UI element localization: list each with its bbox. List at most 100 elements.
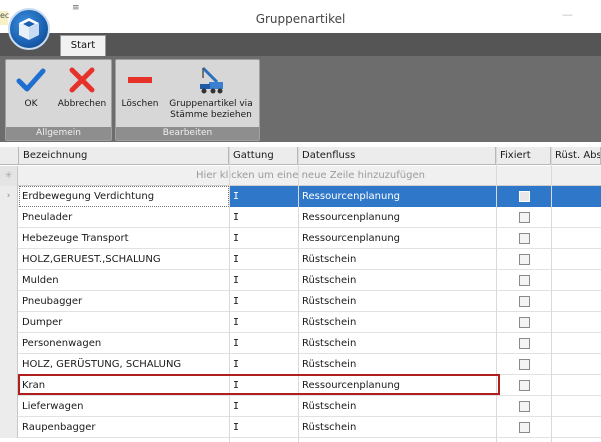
minimize-button[interactable]: — [562,8,576,21]
grid-corner [0,147,19,165]
table-row[interactable]: Personenwagen I Rüstschein [0,333,601,354]
column-divider [298,147,299,442]
table-row[interactable]: Mulden I Rüstschein [0,270,601,291]
cell-gattung[interactable]: I [233,249,295,270]
cell-bezeichnung[interactable]: Mulden [22,270,228,291]
table-row[interactable]: Pneulader I Ressourcenplanung [0,207,601,228]
table-row[interactable]: HOLZ,GERUEST.,SCHALUNG I Rüstschein [0,249,601,270]
cell-gattung[interactable]: I [233,228,295,249]
row-indicator[interactable] [0,312,18,333]
cell-gattung[interactable]: I [233,186,295,207]
row-indicator-arrow-icon[interactable]: › [0,186,18,207]
cell-bezeichnung[interactable]: HOLZ, GERÜSTUNG, SCHALUNG [22,354,228,375]
cell-gattung[interactable]: I [233,312,295,333]
cell-gattung[interactable]: I [233,417,295,438]
table-row[interactable]: › Erdbewegung Verdichtung I Ressourcenplanu… [0,186,601,207]
ok-button-label: OK [24,99,38,109]
tab-start[interactable]: Start [60,35,106,56]
row-indicator[interactable] [0,207,18,228]
fixiert-checkbox[interactable] [519,422,530,433]
column-header-gattung[interactable]: Gattung [229,147,298,165]
cube-icon [19,18,39,40]
cell-gattung[interactable]: I [233,396,295,417]
cell-bezeichnung[interactable]: HOLZ,GERUEST.,SCHALUNG [22,249,228,270]
column-header-ruest-abs[interactable]: Rüst. Abs [551,147,601,165]
row-indicator[interactable] [0,417,18,438]
fixiert-checkbox[interactable] [519,233,530,244]
cell-gattung[interactable]: I [233,354,295,375]
cell-bezeichnung[interactable]: Dumper [22,312,228,333]
application-orb[interactable] [8,8,50,50]
cell-datenfluss[interactable]: Ressourcenplanung [302,207,492,228]
fixiert-checkbox[interactable] [519,338,530,349]
cell-gattung[interactable]: I [233,270,295,291]
ribbon-group-bearbeiten: Löschen Gruppenartikel via Stämme bezieh… [115,59,260,141]
new-row-hint: Hier klicken um eine neue Zeile hinzuzuf… [196,170,425,181]
cell-gattung[interactable]: I [233,333,295,354]
cancel-button[interactable]: Abbrechen [54,62,110,110]
highlight-box [18,374,500,395]
table-row[interactable]: Raupenbagger I Rüstschein [0,417,601,438]
cell-gattung[interactable]: I [233,207,295,228]
fixiert-checkbox[interactable] [519,317,530,328]
row-indicator[interactable] [0,270,18,291]
cell-gattung[interactable]: I [233,291,295,312]
table-row[interactable]: Dumper I Rüstschein [0,312,601,333]
cell-bezeichnung[interactable]: Hebezeuge Transport [22,228,228,249]
fixiert-checkbox[interactable] [519,401,530,412]
table-row[interactable]: HOLZ, GERÜSTUNG, SCHALUNG I Rüstschein [0,354,601,375]
row-indicator[interactable] [0,333,18,354]
cell-datenfluss[interactable]: Rüstschein [302,291,492,312]
cell-datenfluss[interactable]: Rüstschein [302,354,492,375]
fixiert-checkbox[interactable] [519,191,530,202]
fixiert-checkbox[interactable] [519,296,530,307]
row-indicator[interactable] [0,375,18,396]
row-indicator[interactable] [0,354,18,375]
cell-datenfluss[interactable]: Rüstschein [302,396,492,417]
cancel-button-label: Abbrechen [57,99,107,109]
cell-bezeichnung[interactable]: Lieferwagen [22,396,228,417]
new-row-star-icon: ✳ [0,166,18,186]
column-divider [551,147,552,442]
load-group-articles-label: Gruppenartikel via Stämme beziehen [169,99,253,120]
column-header-bezeichnung[interactable]: Bezeichnung [19,147,229,165]
column-header-datenfluss[interactable]: Datenfluss [298,147,496,165]
window-title: Gruppenartikel [255,12,346,26]
column-divider [496,147,497,442]
row-indicator[interactable] [0,396,18,417]
cell-bezeichnung[interactable]: Pneubagger [22,291,228,312]
column-header-fixiert[interactable]: Fixiert [496,147,551,165]
load-group-articles-button[interactable]: Gruppenartikel via Stämme beziehen [164,62,258,121]
row-indicator[interactable] [0,291,18,312]
delete-button[interactable]: Löschen [118,62,162,110]
column-divider [229,147,230,442]
x-icon [69,67,95,93]
cell-datenfluss[interactable]: Rüstschein [302,270,492,291]
table-row[interactable]: Lieferwagen I Rüstschein [0,396,601,417]
cell-datenfluss[interactable]: Rüstschein [302,312,492,333]
table-row[interactable]: Pneubagger I Rüstschein [0,291,601,312]
check-icon [16,68,46,92]
cell-datenfluss[interactable]: Rüstschein [302,417,492,438]
fixiert-checkbox[interactable] [519,254,530,265]
table-row[interactable]: Hebezeuge Transport I Ressourcenplanung [0,228,601,249]
ok-button[interactable]: OK [10,62,52,110]
fixiert-checkbox[interactable] [519,212,530,223]
row-indicator[interactable] [0,249,18,270]
delete-button-label: Löschen [121,99,159,109]
cell-datenfluss[interactable]: Ressourcenplanung [302,228,492,249]
cell-datenfluss[interactable]: Rüstschein [302,333,492,354]
crane-truck-icon [200,66,223,94]
ribbon-group-allgemein: OK Abbrechen Allgemein [5,59,112,141]
cell-bezeichnung[interactable]: Erdbewegung Verdichtung [22,186,228,207]
cell-datenfluss[interactable]: Ressourcenplanung [302,186,492,207]
cell-bezeichnung[interactable]: Pneulader [22,207,228,228]
new-row[interactable]: ✳ Hier klicken um eine neue Zeile hinzuz… [0,166,601,186]
fixiert-checkbox[interactable] [519,380,530,391]
cell-bezeichnung[interactable]: Raupenbagger [22,417,228,438]
fixiert-checkbox[interactable] [519,359,530,370]
row-indicator[interactable] [0,228,18,249]
fixiert-checkbox[interactable] [519,275,530,286]
cell-datenfluss[interactable]: Rüstschein [302,249,492,270]
cell-bezeichnung[interactable]: Personenwagen [22,333,228,354]
